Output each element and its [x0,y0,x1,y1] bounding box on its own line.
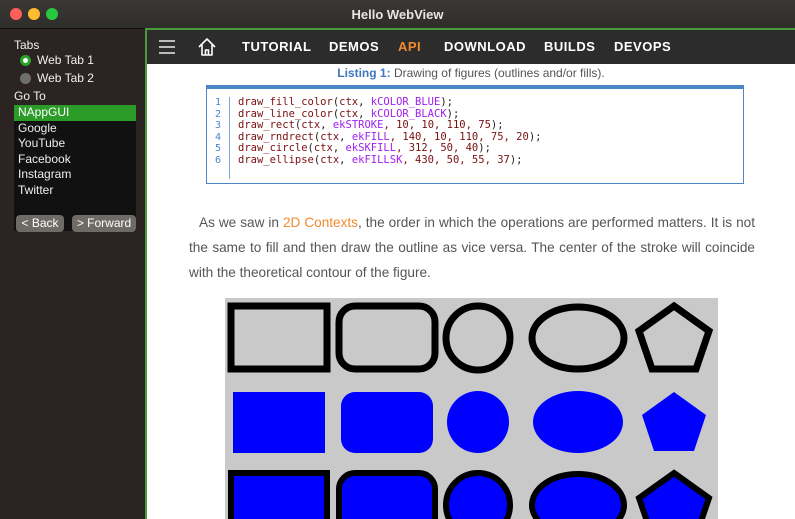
code-punct: ); [446,107,460,120]
nav-devops[interactable]: DEVOPS [614,39,671,54]
link-2d-contexts[interactable]: 2D Contexts [283,215,358,230]
goto-list[interactable]: NAppGUI Google YouTube Facebook Instagra… [14,105,136,231]
list-item-twitter[interactable]: Twitter [14,183,136,199]
outline-circle [442,302,514,374]
line-numbers: 123456 [207,97,230,179]
radio-web-tab-2[interactable]: Web Tab 2 [20,71,94,85]
outline-ellipse [528,303,628,373]
filled-ellipse [533,391,623,453]
code-token: draw_line_color [238,107,333,120]
line-number: 1 [214,97,222,108]
site-navbar: TUTORIAL DEMOS API DOWNLOAD BUILDS DEVOP… [147,30,795,64]
list-item-google[interactable]: Google [14,121,136,137]
figures-drawing [227,301,714,519]
code-punct: ); [478,142,491,155]
list-item-facebook[interactable]: Facebook [14,152,136,168]
paragraph-text-before: As we saw in [199,215,283,230]
filled-circle [447,391,509,453]
nav-api[interactable]: API [398,39,421,54]
listing-caption: Listing 1: Drawing of figures (outlines … [147,66,795,80]
home-icon[interactable] [197,37,217,57]
line-number: 3 [214,120,222,132]
code-token: draw_rect [238,119,295,132]
code-token: ctx [339,96,359,108]
code-token: ctx [301,119,321,132]
radio-web-tab-1[interactable]: Web Tab 1 [20,53,94,67]
code-line: draw_ellipse(ctx, ekFILLSK, 430, 50, 55,… [238,153,541,167]
outline-rounded-rect [335,302,439,373]
code-lines: draw_fill_color(ctx, kCOLOR_BLUE); draw_l… [238,96,542,167]
code-punct: ); [440,96,453,108]
goto-label: Go To [14,89,46,103]
window-titlebar: Hello WebView [0,0,795,29]
code-punct: , [339,153,352,166]
radio-label: Web Tab 1 [37,53,94,67]
code-token: , 140, 10, 110, 75, 20 [389,130,529,143]
filled-rounded-rect [341,392,433,453]
outline-rect [227,302,331,373]
listing-number: Listing 1: [337,66,391,80]
code-token: , 312, 50, 40 [396,142,479,155]
code-listing: 123456 draw_fill_color(ctx, kCOLOR_BLUE)… [206,85,744,184]
forward-button[interactable]: > Forward [72,215,136,232]
outline-pentagon [634,301,714,373]
nav-tutorial[interactable]: TUTORIAL [242,39,311,54]
code-punct: , [358,96,371,108]
radio-selected-icon [20,54,31,66]
line-number: 5 [214,143,222,155]
code-token: kCOLOR_BLACK [370,107,447,120]
code-token: , 430, 50, 55, 37 [402,153,510,166]
code-punct: , [358,107,371,120]
code-token: kCOLOR_BLUE [370,96,441,108]
code-token: , 10, 10, 110, 75 [383,119,491,132]
back-button[interactable]: < Back [16,215,64,232]
radio-label: Web Tab 2 [37,71,94,85]
code-punct: ); [490,119,504,132]
list-item-instagram[interactable]: Instagram [14,167,136,183]
code-punct: ); [509,153,523,166]
code-punct: , [320,119,333,132]
code-punct: ); [528,130,542,143]
code-punct: , [339,130,352,143]
fill-stroke-rounded-rect [336,470,438,519]
code-token: ctx [320,153,340,166]
line-number: 4 [214,131,222,143]
code-token: draw_fill_color [238,96,333,108]
code-token: ctx [320,130,340,143]
code-token: draw_circle [238,142,308,155]
line-number: 2 [214,108,222,120]
code-token: draw_rndrect [238,130,314,143]
nav-demos[interactable]: DEMOS [329,39,379,54]
tabs-label: Tabs [14,38,40,52]
code-token: ekSKFILL [345,142,397,155]
filled-rect [233,392,325,453]
code-token: ctx [313,142,333,155]
code-token: draw_ellipse [238,153,314,166]
hamburger-menu-icon[interactable] [159,40,175,58]
body-paragraph: As we saw in 2D Contexts, the order in w… [189,210,755,285]
code-token: ekFILL [351,130,390,143]
code-token: ekSTROKE [332,119,384,132]
fill-stroke-circle [443,470,513,519]
fill-stroke-pentagon [635,469,713,519]
fill-stroke-ellipse [529,471,627,519]
webview[interactable]: draw_fill_color set the area fill color … [145,28,795,519]
code-token: ekFILLSK [351,153,403,166]
nav-download[interactable]: DOWNLOAD [444,39,526,54]
listing-caption-text: Drawing of figures (outlines and/or fill… [393,66,605,80]
fill-stroke-rect [228,470,330,519]
figures-image [225,298,718,519]
window-title: Hello WebView [351,7,444,22]
list-item-nappgui[interactable]: NAppGUI [14,105,136,121]
sidebar: Tabs Web Tab 1 Web Tab 2 Go To NAppGUI G… [0,29,145,519]
code-punct: , [332,142,346,155]
code-token: ctx [339,107,359,120]
list-item-youtube[interactable]: YouTube [14,136,136,152]
line-number: 6 [214,154,222,166]
nav-builds[interactable]: BUILDS [544,39,595,54]
filled-pentagon [642,392,706,451]
radio-unselected-icon [20,72,31,84]
